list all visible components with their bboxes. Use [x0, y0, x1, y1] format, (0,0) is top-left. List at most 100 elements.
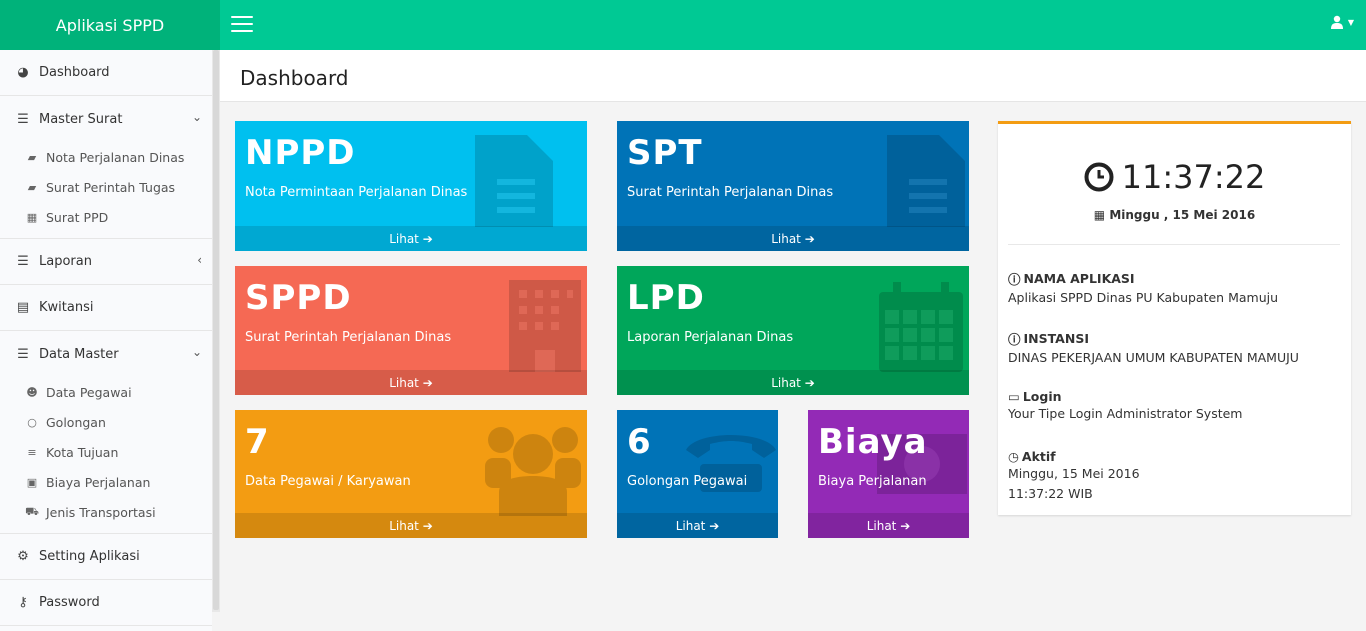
- dashboard-icon: ◕: [17, 65, 29, 80]
- tile-link-sppd[interactable]: Lihat ➔: [235, 370, 587, 395]
- arrow-circle-right-icon: ➔: [900, 518, 911, 533]
- info-value: DINAS PEKERJAAN UMUM KABUPATEN MAMUJU: [1008, 350, 1299, 365]
- tile-link-label: Lihat: [389, 375, 419, 390]
- tile-link-label: Lihat: [389, 231, 419, 246]
- menu-toggle-icon[interactable]: [231, 16, 253, 33]
- tile-link-spt[interactable]: Lihat ➔: [617, 226, 969, 251]
- clock-date: ▦ Minggu , 15 Mei 2016: [998, 208, 1351, 222]
- gear-icon: ⚙: [17, 549, 29, 564]
- tile-link-label: Lihat: [771, 231, 801, 246]
- sidebar-item-data-pegawai[interactable]: ☻ Data Pegawai: [0, 377, 212, 407]
- tile-link-pegawai[interactable]: Lihat ➔: [235, 513, 587, 538]
- tile-value: NPPD: [245, 133, 356, 173]
- sidebar-item-jenis-transportasi[interactable]: ⛟ Jenis Transportasi: [0, 497, 212, 527]
- info-login: ▭ Login Your Tipe Login Administrator Sys…: [1008, 389, 1242, 424]
- sidebar-item-dashboard[interactable]: ◕ Dashboard: [0, 50, 212, 96]
- chevron-down-icon: ⌄: [191, 110, 202, 124]
- money-icon: ▣: [26, 475, 38, 489]
- tile-value: SPT: [627, 133, 703, 173]
- sidebar-item-biaya-perjalanan[interactable]: ▣ Biaya Perjalanan: [0, 467, 212, 497]
- tile-lpd: LPD Laporan Perjalanan Dinas Lihat ➔: [617, 266, 969, 395]
- key-icon: ⚷: [18, 595, 28, 610]
- tile-desc: Surat Perintah Perjalanan Dinas: [245, 330, 452, 345]
- sidebar-item-nota-perjalanan-dinas[interactable]: ▰ Nota Perjalanan Dinas: [0, 142, 212, 172]
- tile-link-label: Lihat: [866, 518, 897, 533]
- sidebar-item-label: Password: [39, 595, 100, 610]
- sidebar-item-label: Data Pegawai: [46, 384, 132, 400]
- tile-biaya: Biaya Biaya Perjalanan Lihat ➔: [808, 410, 969, 538]
- tile-desc: Nota Permintaan Perjalanan Dinas: [245, 185, 468, 200]
- sidebar-item-label: Biaya Perjalanan: [46, 474, 151, 490]
- info-value: Your Tipe Login Administrator System: [1008, 406, 1243, 421]
- tile-value: SPPD: [245, 278, 352, 318]
- sidebar-item-label: Surat Perintah Tugas: [46, 179, 176, 195]
- bars-icon: ≡: [27, 445, 37, 459]
- sidebar-item-laporan[interactable]: ☰ Laporan ‹: [0, 239, 212, 285]
- sidebar-scrollbar[interactable]: [212, 50, 220, 612]
- sidebar-item-surat-ppd[interactable]: ▦ Surat PPD: [0, 202, 212, 232]
- file-icon: ▤: [16, 300, 30, 315]
- tile-link-label: Lihat: [389, 518, 419, 533]
- submenu-data-master: ☻ Data Pegawai ○ Golongan ≡ Kota Tujuan ▣ Bi…: [0, 377, 212, 534]
- tile-value: Biaya: [818, 422, 928, 462]
- tile-sppd: SPPD Surat Perintah Perjalanan Dinas Lih…: [235, 266, 587, 395]
- arrow-circle-right-icon: ➔: [709, 518, 720, 533]
- tile-link-label: Lihat: [675, 518, 706, 533]
- calendar-icon: ▦: [26, 210, 38, 224]
- tile-value: 6: [627, 422, 652, 462]
- tile-link-label: Lihat: [771, 375, 801, 390]
- user-menu-button[interactable]: ▼: [1330, 15, 1354, 29]
- sidebar-item-kota-tujuan[interactable]: ≡ Kota Tujuan: [0, 437, 212, 467]
- sidebar-item-kwitansi[interactable]: ▤ Kwitansi: [0, 285, 212, 331]
- sidebar-item-label: Kwitansi: [39, 300, 94, 315]
- tile-link-biaya[interactable]: Lihat ➔: [808, 513, 969, 538]
- tile-link-lpd[interactable]: Lihat ➔: [617, 370, 969, 395]
- chevron-down-icon: ⌄: [191, 345, 202, 359]
- sidebar-item-label: Kota Tujuan: [46, 444, 119, 460]
- tile-desc: Biaya Perjalanan: [818, 474, 927, 489]
- divider: [1008, 244, 1340, 245]
- book-icon: ▰: [27, 150, 37, 164]
- info-box: 11:37:22 ▦ Minggu , 15 Mei 2016 ⓘ NAMA AP…: [998, 121, 1351, 515]
- info-instansi: ⓘ INSTANSI DINAS PEKERJAAN UMUM KABUPATEN…: [1008, 329, 1299, 368]
- clock: 11:37:22: [998, 158, 1351, 196]
- users-icon: [485, 427, 581, 516]
- info-label: Aktif: [1021, 449, 1056, 464]
- info-value: Aplikasi SPPD Dinas PU Kabupaten Mamuju: [1008, 290, 1279, 305]
- sidebar-item-label: Jenis Transportasi: [46, 504, 156, 520]
- sidebar-item-surat-perintah-tugas[interactable]: ▰ Surat Perintah Tugas: [0, 172, 212, 202]
- building-icon: [509, 280, 581, 372]
- list-icon: ☰: [17, 111, 29, 127]
- user-icon: [1330, 15, 1343, 29]
- info-label: INSTANSI: [1023, 331, 1089, 346]
- sidebar-item-data-master[interactable]: ☰ Data Master ⌄: [0, 331, 212, 377]
- chevron-down-icon: ▼: [1347, 17, 1354, 27]
- sidebar-item-setting-aplikasi[interactable]: ⚙ Setting Aplikasi: [0, 534, 212, 580]
- desktop-icon: ▭: [1008, 389, 1020, 404]
- info-value: Minggu, 15 Mei 2016: [1008, 466, 1140, 481]
- clock-icon: [1084, 162, 1114, 192]
- sidebar-item-password[interactable]: ⚷ Password: [0, 580, 212, 626]
- top-navbar: ▼: [220, 0, 1366, 50]
- info-nama-aplikasi: ⓘ NAMA APLIKASI Aplikasi SPPD Dinas PU Ka…: [1008, 269, 1278, 308]
- tile-link-nppd[interactable]: Lihat ➔: [235, 226, 587, 251]
- arrow-circle-right-icon: ➔: [804, 231, 815, 246]
- arrow-circle-right-icon: ➔: [804, 375, 815, 390]
- tile-pegawai: 7 Data Pegawai / Karyawan Lihat ➔: [235, 410, 587, 538]
- info-aktif: ◷ Aktif Minggu, 15 Mei 2016 11:37:22 WIB: [1008, 449, 1140, 504]
- clock-time: 11:37:22: [1121, 158, 1266, 196]
- info-label: Login: [1022, 389, 1062, 404]
- app-logo[interactable]: Aplikasi SPPD: [0, 0, 220, 50]
- tile-spt: SPT Surat Perintah Perjalanan Dinas Liha…: [617, 121, 969, 251]
- submenu-master-surat: ▰ Nota Perjalanan Dinas ▰ Surat Perintah T…: [0, 142, 212, 239]
- tile-desc: Surat Perintah Perjalanan Dinas: [627, 185, 834, 200]
- arrow-circle-right-icon: ➔: [422, 375, 433, 390]
- tile-value: 7: [245, 422, 270, 462]
- tile-desc: Laporan Perjalanan Dinas: [627, 330, 794, 345]
- sidebar-item-golongan[interactable]: ○ Golongan: [0, 407, 212, 437]
- info-icon: ⓘ: [1008, 272, 1021, 287]
- list-icon: ☰: [17, 346, 29, 362]
- sidebar-item-master-surat[interactable]: ☰ Master Surat ⌄: [0, 96, 212, 142]
- page-title: Dashboard: [240, 66, 349, 90]
- tile-link-golongan[interactable]: Lihat ➔: [617, 513, 778, 538]
